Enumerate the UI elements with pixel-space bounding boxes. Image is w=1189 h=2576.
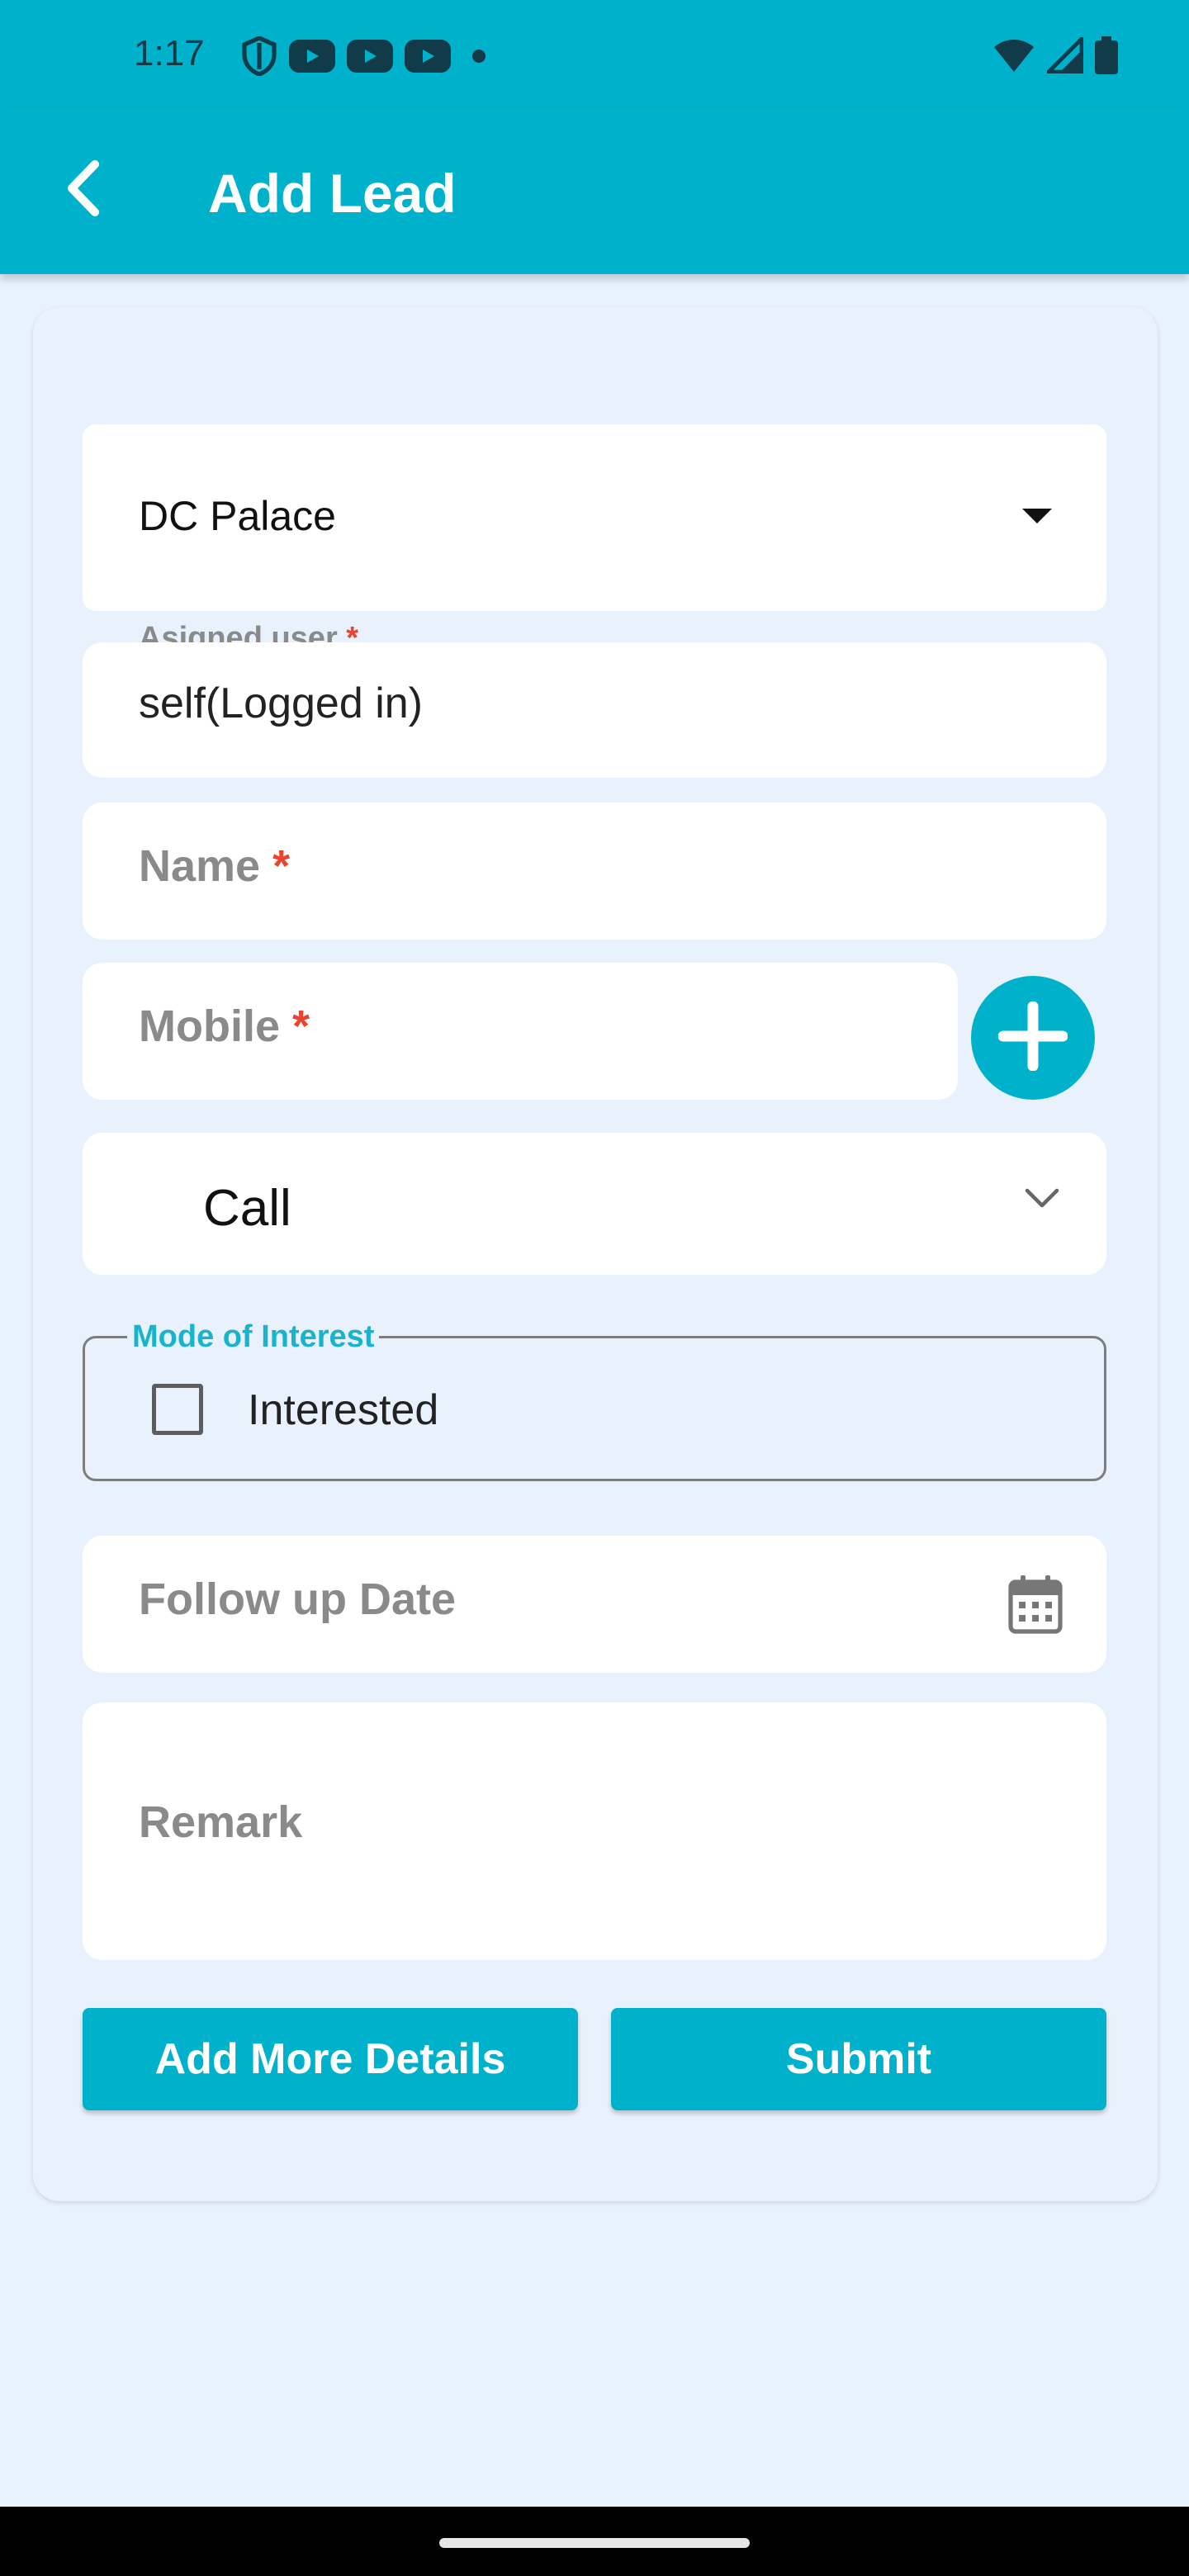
shield-icon — [241, 36, 277, 80]
lead-type-value: Call — [203, 1180, 291, 1237]
submit-button[interactable]: Submit — [611, 2008, 1106, 2110]
status-time: 1:17 — [134, 33, 205, 73]
page-title: Add Lead — [208, 163, 457, 224]
calendar-icon[interactable] — [1007, 1574, 1063, 1639]
interested-label[interactable]: Interested — [248, 1385, 438, 1435]
status-bar: 1:17 — [0, 0, 1189, 107]
home-gesture-handle[interactable] — [439, 2538, 750, 2548]
mobile-placeholder: Mobile * — [139, 1001, 310, 1052]
assigned-user-field[interactable]: self(Logged in) — [83, 642, 1106, 778]
mode-of-interest-label: Mode of Interest — [127, 1319, 380, 1355]
back-button[interactable] — [50, 157, 116, 223]
required-mark: * — [272, 841, 291, 891]
plus-icon — [997, 1001, 1068, 1075]
interested-checkbox[interactable] — [152, 1384, 203, 1435]
required-mark: * — [292, 1002, 310, 1051]
youtube-icon — [405, 40, 451, 77]
signal-icon — [1044, 34, 1084, 78]
navigation-bar — [0, 2507, 1189, 2576]
remark-placeholder: Remark — [139, 1797, 303, 1847]
chevron-down-icon — [1024, 1187, 1060, 1215]
mobile-input[interactable]: Mobile * — [83, 963, 958, 1100]
add-mobile-button[interactable] — [971, 976, 1095, 1100]
follow-up-date-input[interactable]: Follow up Date — [83, 1536, 1106, 1673]
status-icons-left — [241, 36, 495, 80]
battery-icon — [1095, 36, 1118, 78]
follow-up-date-placeholder: Follow up Date — [139, 1574, 456, 1624]
name-input[interactable]: Name * — [83, 803, 1106, 940]
wifi-icon — [992, 37, 1035, 78]
remark-input[interactable]: Remark — [83, 1702, 1106, 1960]
mode-of-interest-group — [83, 1336, 1106, 1481]
youtube-icon — [347, 40, 393, 77]
project-dropdown[interactable]: DC Palace — [83, 424, 1106, 611]
dot-icon — [462, 40, 495, 77]
youtube-icon — [289, 40, 335, 77]
assigned-user-value: self(Logged in) — [139, 680, 423, 727]
name-placeholder-text: Name — [139, 841, 261, 891]
add-more-details-button[interactable]: Add More Details — [83, 2008, 578, 2110]
project-value: DC Palace — [139, 493, 336, 539]
caret-down-icon — [1022, 509, 1052, 529]
name-placeholder: Name * — [139, 841, 290, 892]
mobile-placeholder-text: Mobile — [139, 1002, 280, 1051]
status-icons-right — [992, 34, 1118, 78]
lead-type-dropdown[interactable]: Call — [83, 1133, 1106, 1275]
back-arrow-icon — [62, 159, 103, 221]
app-bar: Add Lead — [0, 107, 1189, 274]
